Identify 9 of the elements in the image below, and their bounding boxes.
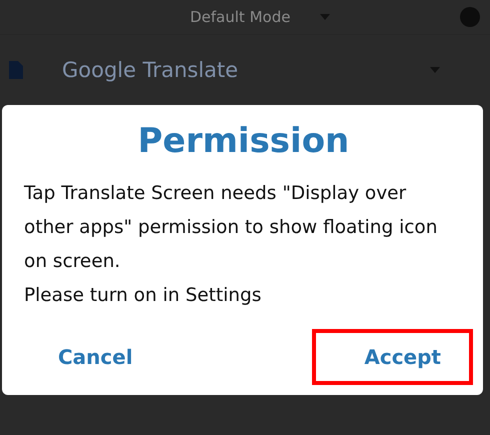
app-name: Google Translate [62,58,238,82]
dialog-message: Tap Translate Screen needs "Display over other apps" permission to show floating icon on screen. [24,182,438,274]
dialog-button[interactable]: Accept [350,339,455,375]
dialog-button[interactable]: Cancel [44,339,147,375]
mode-dropdown[interactable]: Default Mode [190,8,290,26]
dialog-message: Please turn on in Settings [24,284,262,308]
caret-icon [320,14,330,20]
caret-icon[interactable] [430,67,440,73]
dialog-title: Permission [136,120,350,163]
